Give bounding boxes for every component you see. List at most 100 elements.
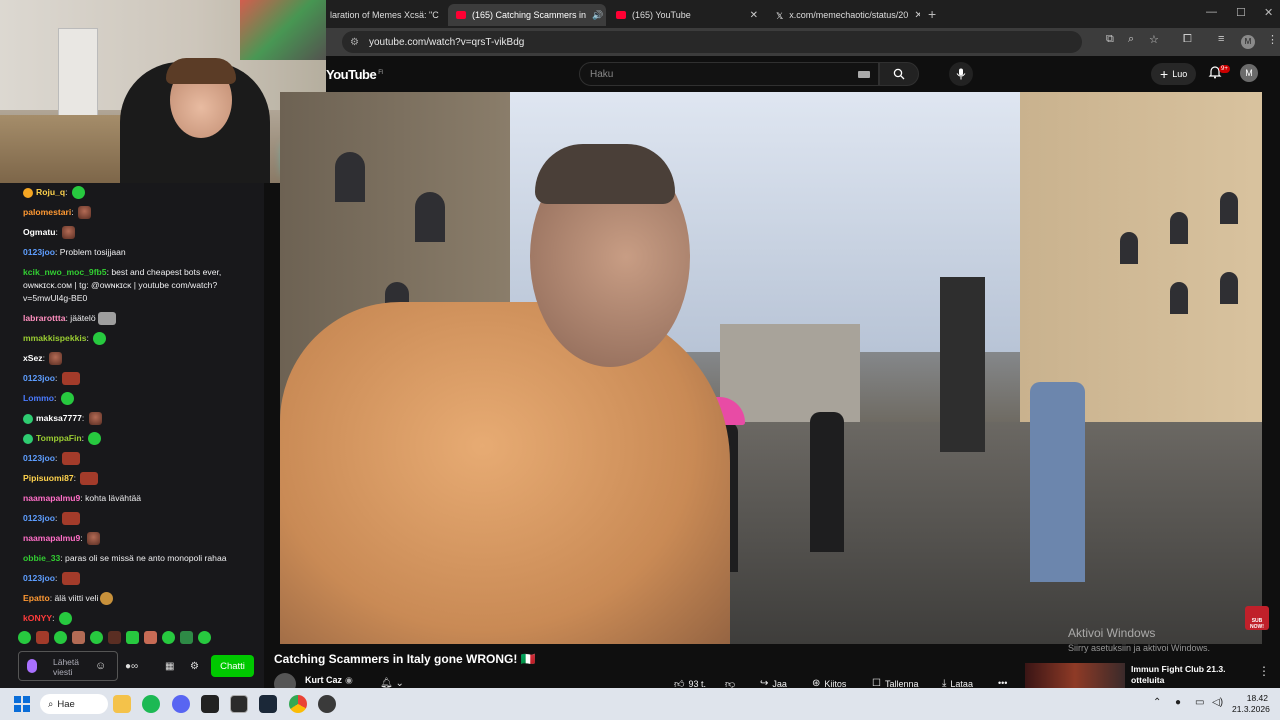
speaker-icon[interactable]: 🔊: [592, 10, 603, 21]
chat-username[interactable]: 0123joo: [23, 247, 55, 257]
taskbar-search[interactable]: ⌕ Hae: [40, 694, 108, 714]
emote-icon[interactable]: [180, 631, 193, 644]
voice-search-button[interactable]: [949, 62, 973, 86]
close-icon[interactable]: ✕: [603, 10, 606, 21]
network-icon[interactable]: ▭: [1195, 697, 1204, 708]
emote-icon[interactable]: [126, 631, 139, 644]
chat-username[interactable]: 0123joo: [23, 573, 55, 583]
emote-icon[interactable]: [90, 631, 103, 644]
taskbar-clock[interactable]: 18.42 21.3.2026: [1232, 693, 1270, 715]
settings-gear-icon[interactable]: ⚙: [190, 661, 199, 672]
chat-username[interactable]: mmakkispekkis: [23, 333, 87, 343]
close-icon[interactable]: ✕: [744, 10, 758, 21]
tab-x-com[interactable]: 𝕏 x.com/memechaotic/status/20 ✕: [768, 4, 920, 26]
chat-send-button[interactable]: Chatti: [211, 655, 254, 677]
search-button[interactable]: [879, 62, 919, 86]
chat-username[interactable]: xSez: [23, 353, 43, 363]
extensions-icon[interactable]: ⧠: [1183, 33, 1192, 46]
youtube-account-avatar[interactable]: M: [1240, 64, 1258, 82]
x-app-icon[interactable]: [201, 695, 219, 713]
tab-memes[interactable]: laration of Memes Xcsä: "C ✕: [322, 4, 446, 26]
address-bar[interactable]: ⚙ youtube.com/watch?v=qrsT-vikBdg: [342, 31, 1082, 53]
microphone-icon[interactable]: [27, 659, 37, 673]
video-player[interactable]: [280, 92, 1262, 644]
chat-username[interactable]: kcik_nwo_moc_9fb5: [23, 267, 107, 277]
search-input[interactable]: Haku: [579, 62, 879, 86]
chat-badge-icon: [23, 413, 33, 424]
close-window-icon[interactable]: ✕: [1264, 6, 1273, 19]
site-info-icon[interactable]: ⚙: [350, 37, 359, 48]
emote-icon[interactable]: [108, 631, 121, 644]
bookmark-star-icon[interactable]: ☆: [1149, 33, 1159, 46]
keyboard-icon[interactable]: [858, 71, 870, 78]
youtube-logo[interactable]: YouTube FI: [326, 67, 383, 82]
cast-icon[interactable]: ⧉: [1106, 33, 1114, 46]
chat-username[interactable]: TomppaFin: [36, 433, 82, 443]
channel-name[interactable]: Kurt Caz ◉: [305, 675, 353, 686]
chat-input[interactable]: Lähetä viesti ☺: [18, 651, 118, 681]
minimize-icon[interactable]: —: [1206, 6, 1217, 18]
store-icon[interactable]: ▦: [165, 661, 174, 672]
chat-username[interactable]: Ogmatu: [23, 227, 55, 237]
recommendation-thumbnail[interactable]: [1025, 663, 1125, 688]
logo-region: FI: [378, 69, 383, 76]
chat-username[interactable]: labrarottta: [23, 313, 66, 323]
recommendation-menu-icon[interactable]: ⋮: [1258, 664, 1270, 678]
chat-username[interactable]: Roju_q: [36, 187, 65, 197]
create-button[interactable]: + Luo: [1151, 63, 1197, 85]
recommendation-title[interactable]: Immun Fight Club 21.3. otteluita: [1131, 664, 1241, 686]
chat-username[interactable]: 0123joo: [23, 373, 55, 383]
tray-overflow-icon[interactable]: ⌃: [1153, 697, 1161, 708]
chat-username[interactable]: kONYY: [23, 613, 52, 623]
steam-icon[interactable]: [259, 695, 277, 713]
chat-username[interactable]: Epatto: [23, 593, 50, 603]
discord-icon[interactable]: [172, 695, 190, 713]
chat-username[interactable]: naamapalmu9: [23, 493, 80, 503]
chat-separator: :: [81, 433, 87, 443]
emote-icon[interactable]: [72, 631, 85, 644]
webcam-shelf: [240, 0, 326, 60]
browser-profile-avatar[interactable]: M: [1241, 35, 1255, 49]
chat-username[interactable]: obbie_33: [23, 553, 60, 563]
maximize-icon[interactable]: ☐: [1236, 6, 1246, 19]
windows-start-icon[interactable]: [14, 696, 30, 712]
volume-icon[interactable]: ◁): [1212, 697, 1223, 708]
chat-panel: Roju_q: palomestari: Ogmatu: 0123joo: Pr…: [0, 183, 264, 688]
microphone-icon: [956, 68, 966, 80]
chat-username[interactable]: maksa7777: [36, 413, 82, 423]
chat-username[interactable]: Pipisuomi87: [23, 473, 74, 483]
tab-title: (165) Catching Scammers in: [472, 10, 587, 20]
sub-now-button[interactable]: SUB NOW!: [1245, 606, 1269, 630]
emote-icon[interactable]: [198, 631, 211, 644]
browser-menu-icon[interactable]: ⋮: [1267, 33, 1278, 46]
streaming-app-icon[interactable]: [230, 695, 248, 713]
chrome-icon[interactable]: [289, 695, 307, 713]
emote-icon[interactable]: [144, 631, 157, 644]
emote-icon[interactable]: [18, 631, 31, 644]
chat-username[interactable]: 0123joo: [23, 453, 55, 463]
close-icon[interactable]: ✕: [908, 10, 920, 21]
emote-icon[interactable]: [36, 631, 49, 644]
close-icon[interactable]: ✕: [439, 10, 446, 21]
chat-username[interactable]: Lommo: [23, 393, 54, 403]
media-icon[interactable]: ≡: [1218, 33, 1224, 45]
file-explorer-icon[interactable]: [113, 695, 131, 713]
save-label: Tallenna: [884, 678, 919, 689]
chat-username[interactable]: palomestari: [23, 207, 71, 217]
chat-username[interactable]: naamapalmu9: [23, 533, 80, 543]
obs-icon[interactable]: [318, 695, 336, 713]
points-icon[interactable]: ●∞: [125, 661, 138, 672]
webcam-door: [58, 28, 98, 118]
spotify-icon[interactable]: [142, 695, 160, 713]
chat-message: kONYY:: [23, 612, 245, 626]
chat-username[interactable]: 0123joo: [23, 513, 55, 523]
emote-icon[interactable]: [162, 631, 175, 644]
new-tab-button[interactable]: +: [928, 6, 936, 22]
more-actions-button[interactable]: •••: [998, 678, 1007, 688]
zoom-icon[interactable]: ⌕: [1128, 33, 1134, 46]
emote-icon[interactable]: [54, 631, 67, 644]
tab-youtube[interactable]: (165) YouTube ✕: [608, 4, 766, 26]
tab-catching-scammers[interactable]: (165) Catching Scammers in 🔊 ✕: [448, 4, 606, 26]
microphone-tray-icon[interactable]: ●: [1175, 697, 1181, 708]
emoji-icon[interactable]: ☺: [95, 660, 106, 672]
